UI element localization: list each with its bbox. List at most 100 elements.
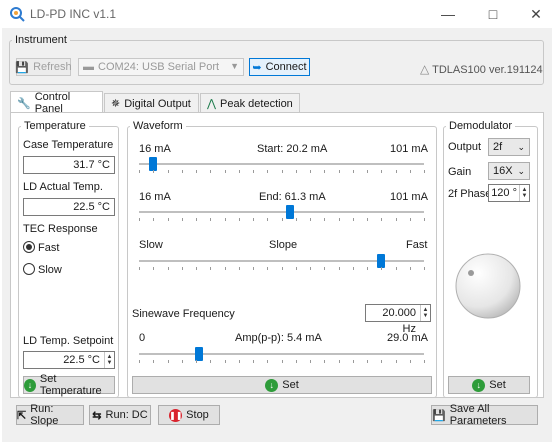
connect-label: Connect [265, 61, 307, 73]
slider-tick [238, 170, 240, 173]
tools-icon: 🔧 [17, 97, 31, 110]
dc-icon: ⇆ [92, 409, 102, 422]
slider-tick [324, 267, 326, 270]
slider-tick [139, 267, 140, 270]
set-temperature-button[interactable]: ↓ Set Temperature [23, 373, 115, 397]
fast-label: Fast [38, 242, 60, 254]
tab-label: Digital Output [124, 97, 191, 110]
maximize-icon[interactable]: □ [485, 6, 501, 22]
output-label: Output [448, 141, 482, 153]
peak-icon: ⋀ [207, 98, 217, 110]
save-all-button[interactable]: 💾 Save All Parameters [431, 403, 538, 427]
slider-tick [295, 218, 297, 221]
amp-max-label: 29.0 mA [387, 332, 428, 344]
port-select[interactable]: ▬ COM24: USB Serial Port ▼ [78, 58, 244, 76]
slider-tick [295, 267, 297, 270]
window-title: LD-PD INC v1.1 [30, 7, 117, 21]
slider-tick [181, 218, 183, 221]
slider-tick [424, 360, 425, 363]
slider-tick [167, 218, 169, 221]
demodulator-set-button[interactable]: ↓ Set [448, 376, 530, 394]
port-value: COM24: USB Serial Port [98, 61, 220, 73]
end-slider-thumb[interactable] [286, 205, 295, 219]
slider-tick [267, 170, 269, 173]
refresh-label: Refresh [33, 61, 72, 73]
minimize-icon[interactable]: — [440, 6, 456, 22]
slider-tick [352, 267, 354, 270]
refresh-icon: 💾 [15, 61, 30, 74]
slider-tick [338, 170, 340, 173]
sine-frequency-spinner[interactable]: ▲ ▼ [420, 305, 430, 321]
output-select[interactable]: 2f ⌄ [488, 138, 530, 156]
port-icon: ▬ [83, 61, 94, 73]
device-label: TDLAS100 ver.191124 [432, 64, 543, 76]
slider-tick [281, 170, 283, 173]
start-slider-track[interactable] [139, 163, 424, 165]
slider-tick [181, 360, 183, 363]
stop-button[interactable]: ❚❚ Stop [158, 405, 220, 425]
slider-tick [281, 218, 283, 221]
connect-icon: ➥ [252, 61, 262, 74]
waveform-group [127, 126, 437, 398]
case-temp-label: Case Temperature [23, 139, 114, 151]
tab-digital-output[interactable]: ✵ Digital Output [104, 93, 199, 113]
setpoint-value: 22.5 °C [63, 354, 100, 366]
connect-button[interactable]: ➥ Connect [249, 58, 310, 76]
phase-spinner[interactable]: ▲ ▼ [519, 185, 529, 201]
instrument-legend: Instrument [12, 34, 70, 46]
download-icon: ↓ [265, 378, 279, 392]
slope-min-label: Slow [139, 239, 163, 251]
slider-tick [295, 360, 297, 363]
slow-radio[interactable] [23, 263, 35, 275]
slider-tick [395, 360, 397, 363]
triangle-logo-icon: △ [420, 62, 430, 76]
tab-peak-detection[interactable]: ⋀ Peak detection [200, 93, 300, 113]
slider-tick [409, 360, 411, 363]
start-min-label: 16 mA [139, 143, 171, 155]
slider-tick [224, 218, 226, 221]
save-icon: 💾 [432, 409, 446, 422]
run-dc-button[interactable]: ⇆ Run: DC [89, 405, 151, 425]
setpoint-spinner[interactable]: ▲ ▼ [104, 352, 114, 368]
close-icon[interactable]: ✕ [528, 6, 544, 22]
slider-tick [409, 218, 411, 221]
phase-knob[interactable] [454, 252, 522, 320]
phase-field[interactable]: 120 ° ▲ ▼ [488, 184, 530, 202]
slider-tick [167, 170, 169, 173]
slider-tick [338, 360, 340, 363]
gain-select[interactable]: 16X ⌄ [488, 162, 530, 180]
slider-tick [395, 170, 397, 173]
slider-tick [253, 267, 254, 270]
temperature-legend: Temperature [21, 120, 89, 132]
tab-control-panel[interactable]: 🔧 Control Panel [10, 91, 103, 115]
waveform-legend: Waveform [130, 120, 186, 132]
start-slider-thumb[interactable] [149, 157, 158, 171]
slider-tick [267, 360, 269, 363]
slider-tick [139, 218, 140, 221]
bug-icon: ✵ [111, 98, 121, 110]
device-info: △ TDLAS100 ver.191124 [420, 62, 543, 76]
end-min-label: 16 mA [139, 191, 171, 203]
slider-tick [153, 170, 155, 173]
start-value-label: Start: 20.2 mA [257, 143, 328, 155]
run-slope-button[interactable]: ⇱ Run: Slope [16, 403, 84, 427]
slider-tick [210, 360, 212, 363]
slider-tick [196, 170, 197, 173]
tab-label: Peak detection [220, 97, 293, 110]
fast-radio[interactable] [23, 241, 35, 253]
sine-frequency-field[interactable]: 20.000 Hz ▲ ▼ [365, 304, 431, 335]
slope-slider-thumb[interactable] [377, 254, 386, 268]
waveform-set-button[interactable]: ↓ Set [132, 376, 432, 394]
slope-max-label: Fast [406, 239, 428, 251]
setpoint-field[interactable]: 22.5 °C ▲ ▼ [23, 351, 115, 369]
amp-slider-track[interactable] [139, 353, 424, 355]
end-max-label: 101 mA [390, 191, 428, 203]
slider-tick [210, 218, 212, 221]
amp-slider-thumb[interactable] [194, 347, 203, 361]
slider-tick [153, 218, 155, 221]
slider-tick [253, 218, 254, 221]
slider-tick [409, 170, 411, 173]
end-slider-track[interactable] [139, 211, 424, 213]
refresh-button[interactable]: 💾 Refresh [15, 58, 72, 76]
end-value-label: End: 61.3 mA [259, 191, 326, 203]
